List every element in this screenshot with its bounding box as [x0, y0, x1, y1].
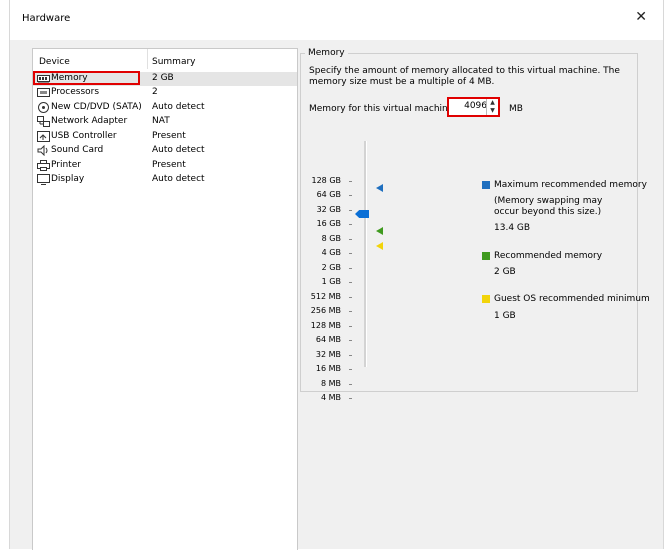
- device-summary: Auto detect: [152, 102, 205, 112]
- scale-label: 128 GB: [311, 176, 342, 185]
- memory-spinbox[interactable]: 4096 ▲ ▼: [447, 97, 500, 117]
- scale-label: 8 GB: [321, 234, 341, 243]
- spin-up-icon[interactable]: ▲: [487, 99, 498, 107]
- scale-label: 16 MB: [315, 364, 341, 373]
- device-summary: 2: [152, 87, 158, 97]
- scale-tick: [349, 355, 352, 356]
- scale-tick: [349, 282, 352, 283]
- device-row-sound-card[interactable]: Sound Card Auto detect: [33, 144, 297, 158]
- cd-dvd-icon: [38, 102, 49, 113]
- device-summary: Present: [152, 131, 186, 141]
- scale-label: 128 MB: [310, 321, 341, 330]
- device-row-processors[interactable]: Processors 2: [33, 86, 297, 100]
- scale-tick: [349, 195, 352, 196]
- recommended-marker-icon: [376, 227, 383, 235]
- scale-label: 1 GB: [321, 277, 341, 286]
- recommended-swatch: [482, 252, 490, 260]
- guest-min-marker-icon: [376, 242, 383, 250]
- scale-tick: [349, 311, 352, 312]
- scale-tick: [349, 210, 352, 211]
- max-recommended-note-2: occur beyond this size.): [494, 207, 602, 217]
- device-summary: Auto detect: [152, 145, 205, 155]
- device-row-usb-controller[interactable]: USB Controller Present: [33, 130, 297, 144]
- scale-label: 16 GB: [316, 219, 341, 228]
- column-divider: [147, 49, 148, 69]
- scale-label: 64 MB: [315, 335, 341, 344]
- memory-field-label: Memory for this virtual machine:: [309, 104, 457, 114]
- memory-group-title: Memory: [305, 48, 348, 58]
- printer-icon: [37, 160, 50, 171]
- memory-highlight-box: [33, 71, 140, 85]
- scale-tick: [349, 181, 352, 182]
- dialog-body: Device Summary Memory 2 GB Processors 2 …: [10, 40, 663, 550]
- max-recommended-swatch: [482, 181, 490, 189]
- device-row-cd-dvd[interactable]: New CD/DVD (SATA) Auto detect: [33, 101, 297, 115]
- scale-label: 2 GB: [321, 263, 341, 272]
- memory-group: Memory Specify the amount of memory allo…: [300, 48, 650, 402]
- scale-tick: [349, 326, 352, 327]
- device-name: Network Adapter: [51, 116, 128, 126]
- scale-label: 4 GB: [321, 248, 341, 257]
- device-row-network-adapter[interactable]: Network Adapter NAT: [33, 115, 297, 129]
- max-recommended-note-1: (Memory swapping may: [494, 196, 603, 206]
- device-summary: 2 GB: [152, 73, 174, 83]
- device-name: Sound Card: [51, 145, 104, 155]
- scale-label: 4 MB: [320, 393, 341, 402]
- title-bar: Hardware ✕: [10, 0, 663, 40]
- guest-min-swatch: [482, 295, 490, 303]
- device-name: Printer: [51, 160, 81, 170]
- close-icon[interactable]: ✕: [635, 9, 647, 25]
- device-row-memory[interactable]: Memory 2 GB: [33, 71, 297, 86]
- max-recommended-title: Maximum recommended memory: [494, 180, 647, 190]
- scale-label: 8 MB: [320, 379, 341, 388]
- speaker-icon: [37, 145, 48, 156]
- max-recommended-value: 13.4 GB: [494, 223, 531, 233]
- scale-tick: [349, 369, 352, 370]
- device-row-printer[interactable]: Printer Present: [33, 159, 297, 173]
- scale-tick: [349, 297, 352, 298]
- processor-icon: [37, 88, 50, 97]
- device-name: New CD/DVD (SATA): [51, 102, 142, 112]
- guest-min-value: 1 GB: [494, 311, 516, 321]
- scale-tick: [349, 224, 352, 225]
- monitor-icon: [37, 174, 50, 185]
- spin-buttons: ▲ ▼: [486, 99, 498, 115]
- scale-tick: [349, 384, 352, 385]
- device-summary: Auto detect: [152, 174, 205, 184]
- scale-tick: [349, 253, 352, 254]
- memory-description: Specify the amount of memory allocated t…: [309, 66, 620, 87]
- column-header-device: Device: [39, 57, 70, 67]
- scale-label: 512 MB: [310, 292, 341, 301]
- device-list: Device Summary Memory 2 GB Processors 2 …: [32, 48, 298, 550]
- usb-icon: [37, 131, 50, 142]
- device-summary: Present: [152, 160, 186, 170]
- scale-tick: [349, 268, 352, 269]
- device-summary: NAT: [152, 116, 170, 126]
- guest-min-title: Guest OS recommended minimum: [494, 294, 650, 304]
- scale-tick: [349, 239, 352, 240]
- memory-value-input[interactable]: 4096: [451, 101, 487, 111]
- max-recommended-marker-icon: [376, 184, 383, 192]
- device-name: Processors: [51, 87, 100, 97]
- memory-slider-track[interactable]: [364, 141, 367, 367]
- device-name: Display: [51, 174, 85, 184]
- scale-label: 256 MB: [310, 306, 341, 315]
- memory-slider-thumb[interactable]: [355, 210, 369, 218]
- scale-tick: [349, 340, 352, 341]
- memory-unit: MB: [509, 104, 523, 114]
- window-title: Hardware: [22, 13, 71, 24]
- scale-label: 32 GB: [316, 205, 341, 214]
- column-header-summary: Summary: [152, 57, 196, 67]
- recommended-value: 2 GB: [494, 267, 516, 277]
- scale-label: 32 MB: [315, 350, 341, 359]
- device-name: USB Controller: [51, 131, 117, 141]
- recommended-title: Recommended memory: [494, 251, 603, 261]
- scale-tick: [349, 398, 352, 399]
- network-adapter-icon: [37, 116, 50, 127]
- spin-down-icon[interactable]: ▼: [487, 107, 498, 115]
- device-row-display[interactable]: Display Auto detect: [33, 173, 297, 187]
- scale-label: 64 GB: [316, 190, 341, 199]
